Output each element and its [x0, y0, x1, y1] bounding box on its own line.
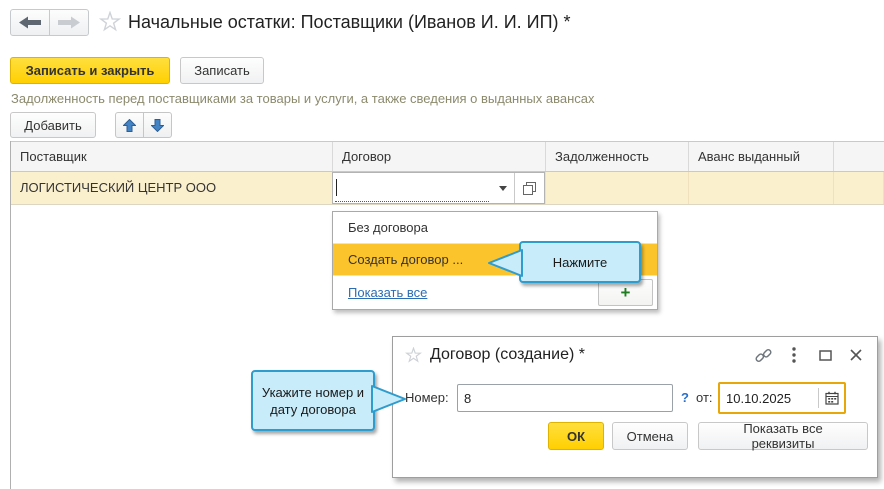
callout-arrow-right-icon: [370, 384, 406, 414]
number-input[interactable]: [457, 384, 673, 412]
date-label: от:: [696, 390, 713, 405]
calendar-button[interactable]: [819, 384, 844, 412]
supplier-cell[interactable]: ЛОГИСТИЧЕСКИЙ ЦЕНТР ООО: [11, 172, 333, 204]
column-header-contract[interactable]: Договор: [333, 142, 546, 171]
favorite-star-icon[interactable]: [405, 347, 422, 363]
dialog-title-bar: Договор (создание) *: [393, 337, 877, 373]
required-underline: [335, 201, 489, 202]
show-all-link[interactable]: Показать все: [348, 277, 427, 308]
dialog-window-controls: [754, 346, 865, 364]
extra-cell: [834, 172, 884, 204]
table-row[interactable]: ЛОГИСТИЧЕСКИЙ ЦЕНТР ООО: [11, 172, 884, 205]
date-input[interactable]: [720, 391, 818, 406]
arrow-left-icon: [19, 16, 41, 29]
nav-button-group: [10, 9, 89, 36]
move-down-button[interactable]: [143, 112, 172, 138]
ok-button[interactable]: ОК: [548, 422, 604, 450]
arrow-down-icon: [151, 119, 164, 132]
overlapping-squares-icon: [523, 182, 536, 195]
more-menu-icon[interactable]: [785, 346, 803, 364]
column-header-debt[interactable]: Задолженность: [546, 142, 689, 171]
arrow-right-icon: [58, 16, 80, 29]
app-window: Начальные остатки: Поставщики (Иванов И.…: [0, 0, 884, 489]
help-icon[interactable]: ?: [681, 390, 689, 405]
hint-click-text: Нажмите: [553, 255, 608, 270]
debt-cell[interactable]: [546, 172, 689, 204]
contract-combo: [332, 172, 545, 204]
hint-number-line1: Укажите номер и: [262, 384, 364, 401]
calendar-icon: [825, 391, 839, 405]
triangle-down-icon: [499, 186, 507, 191]
callout-arrow-left-icon: [488, 248, 524, 278]
back-button[interactable]: [10, 9, 50, 36]
move-button-group: [115, 112, 172, 138]
favorite-star-icon[interactable]: [99, 11, 121, 35]
arrow-up-icon: [123, 119, 136, 132]
move-up-button[interactable]: [115, 112, 144, 138]
cancel-button[interactable]: Отмена: [612, 422, 688, 450]
hint-click-callout: Нажмите: [519, 241, 641, 283]
description-text: Задолженность перед поставщиками за това…: [11, 91, 595, 106]
contract-dialog: Договор (создание) * Номер: ? от:: [392, 336, 878, 478]
number-label: Номер:: [405, 390, 449, 405]
hint-number-line2: дату договора: [270, 401, 356, 418]
hint-number-callout: Укажите номер и дату договора: [251, 370, 375, 431]
create-plus-button[interactable]: +: [598, 279, 653, 306]
add-button[interactable]: Добавить: [10, 112, 96, 138]
close-icon[interactable]: [847, 346, 865, 364]
open-value-button[interactable]: [514, 173, 544, 203]
save-and-close-button[interactable]: Записать и закрыть: [10, 57, 170, 84]
date-field: [718, 382, 846, 414]
save-button[interactable]: Записать: [180, 57, 264, 84]
advance-cell[interactable]: [689, 172, 834, 204]
maximize-icon[interactable]: [816, 346, 834, 364]
link-icon[interactable]: [754, 346, 772, 364]
table-header: Поставщик Договор Задолженность Аванс вы…: [11, 141, 884, 172]
column-header-supplier[interactable]: Поставщик: [11, 142, 333, 171]
show-all-attributes-button[interactable]: Показать все реквизиты: [698, 422, 868, 450]
menu-item-no-contract[interactable]: Без договора: [333, 212, 657, 244]
column-header-advance[interactable]: Аванс выданный: [689, 142, 834, 171]
dropdown-arrow-button[interactable]: [491, 173, 514, 203]
contract-input[interactable]: [333, 173, 491, 203]
forward-button[interactable]: [49, 9, 89, 36]
dialog-title: Договор (создание) *: [430, 346, 585, 364]
text-cursor: [336, 179, 337, 196]
column-header-extra: [834, 142, 884, 171]
page-title: Начальные остатки: Поставщики (Иванов И.…: [128, 12, 571, 33]
